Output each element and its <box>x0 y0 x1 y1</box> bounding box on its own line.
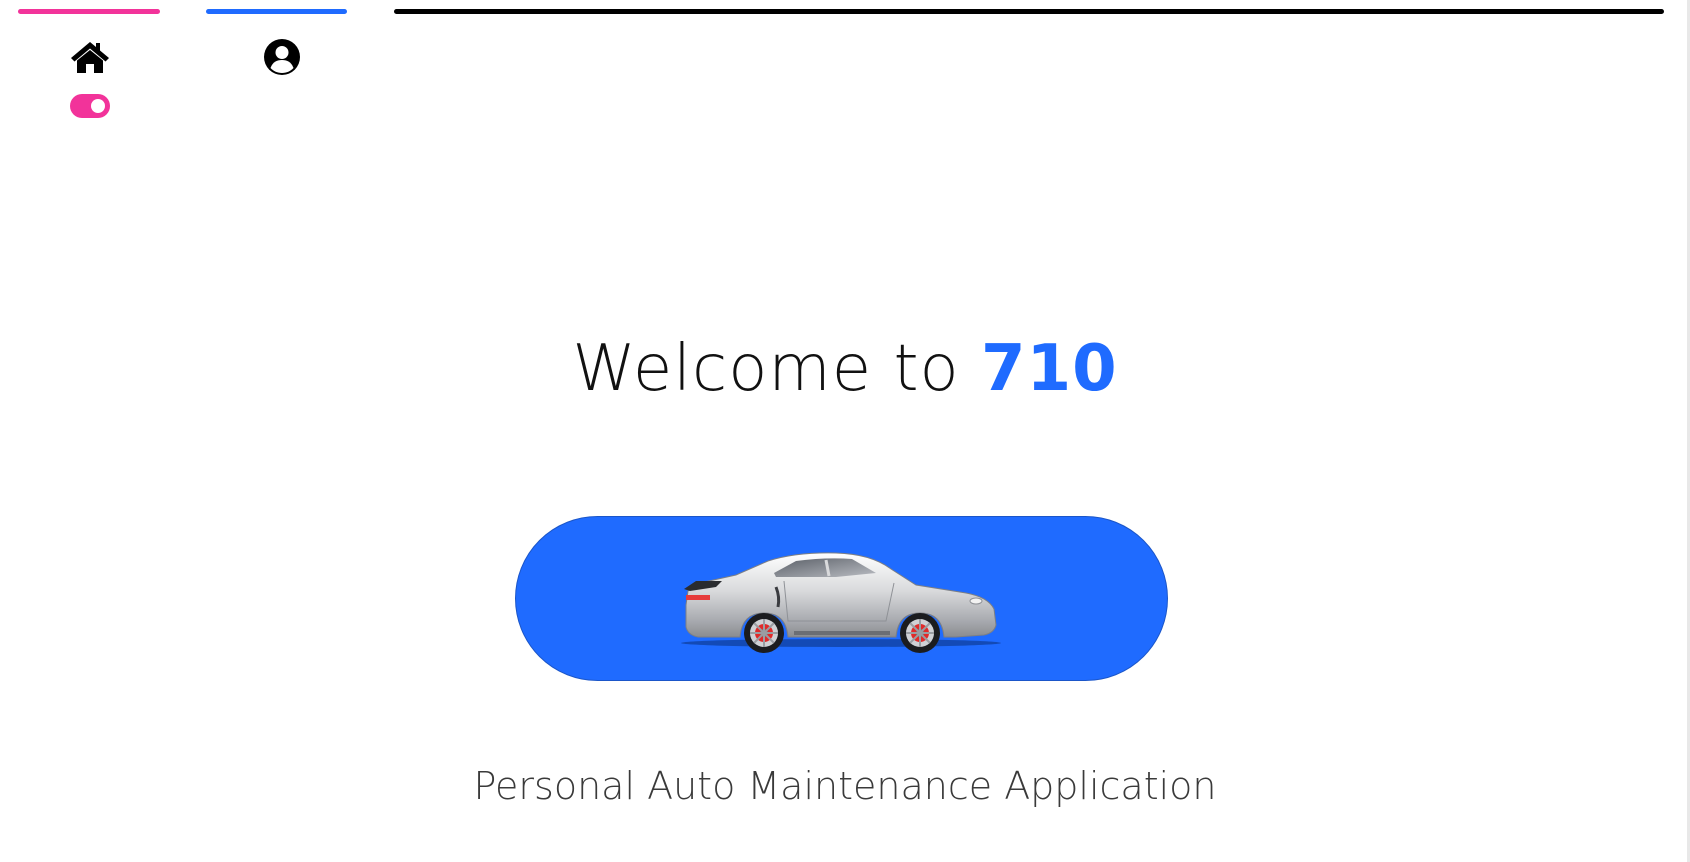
header-divider <box>394 9 1664 14</box>
start-button[interactable] <box>515 516 1168 681</box>
home-icon[interactable] <box>70 40 110 74</box>
home-tab-indicator <box>18 9 160 14</box>
theme-toggle[interactable] <box>70 94 110 118</box>
app-subtitle: Personal Auto Maintenance Application <box>473 764 1217 808</box>
page-title: Welcome to 710 <box>0 326 1690 412</box>
welcome-text: Welcome to <box>572 332 982 406</box>
sports-car-image <box>681 552 1001 653</box>
profile-tab-indicator <box>206 9 347 14</box>
toggle-knob <box>91 99 105 113</box>
page: Welcome to 710 Personal Auto Maintenance… <box>0 0 1690 862</box>
user-circle-icon[interactable] <box>263 38 301 76</box>
brand-name: 710 <box>981 332 1118 406</box>
